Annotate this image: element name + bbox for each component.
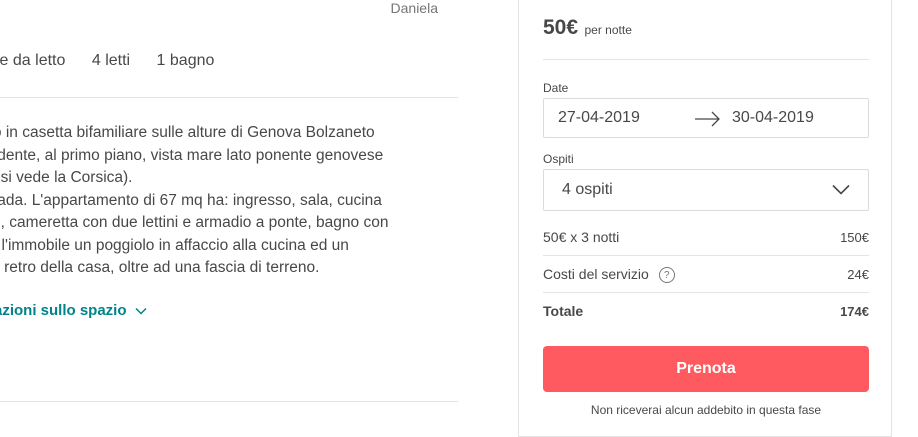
check-in-date[interactable]: 27-04-2019 xyxy=(558,109,640,127)
date-range-picker: 27-04-2019 30-04-2019 xyxy=(543,98,869,138)
host-name: Daniela xyxy=(390,0,438,16)
listing-description: nto in casetta bifamiliare sulle alture … xyxy=(0,122,460,280)
question-circle-icon[interactable]: ? xyxy=(658,267,675,284)
service-fee-label-wrap: Costi del servizio? xyxy=(543,266,675,284)
amenity-bathrooms: 1 bagno xyxy=(156,52,215,69)
book-button[interactable]: Prenota xyxy=(543,346,869,392)
divider xyxy=(0,401,458,402)
guests-select[interactable]: 4 ospiti xyxy=(543,169,869,211)
arrow-right-icon xyxy=(695,111,720,127)
listing-details: Daniela mere da letto 4 letti 1 bagno nt… xyxy=(0,0,460,436)
total-row: Totale 174€ xyxy=(543,303,869,319)
amenities-row: mere da letto 4 letti 1 bagno xyxy=(0,52,236,70)
description-line: no l'immobile un poggiolo in affaccio al… xyxy=(0,236,349,254)
description-line: strada. L'appartamento di 67 mq ha: ingr… xyxy=(0,191,382,209)
description-line: nto in casetta bifamiliare sulle alture … xyxy=(0,124,375,141)
total-label: Totale xyxy=(543,303,584,319)
description-line: sul retro della casa, oltre ad una fasci… xyxy=(0,259,320,276)
amenity-bedrooms: mere da letto xyxy=(0,52,66,69)
nights-amount: 150€ xyxy=(840,229,869,245)
description-line: endente, al primo piano, vista mare lato… xyxy=(0,146,384,164)
divider xyxy=(543,292,869,293)
service-fee-label: Costi del servizio xyxy=(543,266,649,282)
price-unit: per notte xyxy=(584,23,632,37)
description-line: ale, cameretta con due lettini e armadio… xyxy=(0,214,389,231)
description-line: se si vede la Corsica). xyxy=(0,169,133,186)
guests-label: Ospiti xyxy=(543,152,574,166)
check-out-date[interactable]: 30-04-2019 xyxy=(732,109,814,127)
nights-price-row: 50€ x 3 notti 150€ xyxy=(543,229,869,245)
price-amount: 50€ xyxy=(543,16,579,39)
divider xyxy=(0,97,458,98)
more-space-info-link[interactable]: azioni sullo spazio xyxy=(0,302,147,319)
chevron-down-icon xyxy=(832,184,850,195)
guests-value: 4 ospiti xyxy=(562,181,613,198)
booking-panel: 50€ per notte Date 27-04-2019 30-04-2019… xyxy=(518,0,892,437)
no-charge-note: Non riceverai alcun addebito in questa f… xyxy=(590,403,822,417)
more-space-info-label: azioni sullo spazio xyxy=(0,302,127,319)
nights-label: 50€ x 3 notti xyxy=(543,229,620,245)
amenity-beds: 4 letti xyxy=(91,52,131,69)
chevron-down-icon xyxy=(135,307,147,315)
divider xyxy=(543,59,869,60)
nightly-price: 50€ per notte xyxy=(543,16,632,40)
service-fee-row: Costi del servizio? 24€ xyxy=(543,266,869,284)
total-amount: 174€ xyxy=(840,303,869,319)
divider xyxy=(543,255,869,256)
dates-label: Date xyxy=(543,81,569,95)
service-fee-amount: 24€ xyxy=(847,267,869,283)
